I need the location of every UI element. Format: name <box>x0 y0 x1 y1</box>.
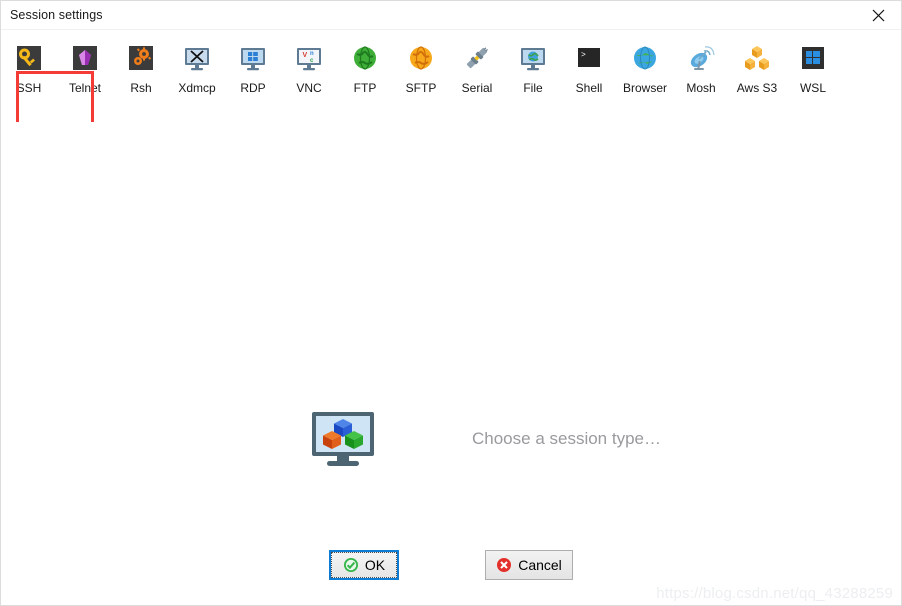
ok-button-inner[interactable]: OK <box>331 552 397 578</box>
key-icon <box>17 46 41 70</box>
svg-text:>: > <box>581 51 586 60</box>
satellite-dish-icon <box>690 46 715 70</box>
close-button[interactable] <box>856 1 901 29</box>
terminal-icon: > <box>578 48 600 67</box>
aws-cubes-icon <box>745 46 769 70</box>
session-type-shell[interactable]: > Shell <box>561 36 617 95</box>
svg-text:V: V <box>303 52 308 59</box>
session-type-label: VNC <box>296 81 322 95</box>
session-type-toolbar: SSH Telnet Rsh Xdmcp RDP V n c VNC FTP S… <box>1 30 901 147</box>
session-type-label: Rsh <box>130 81 152 95</box>
session-type-sftp[interactable]: SFTP <box>393 36 449 95</box>
cancel-button[interactable]: Cancel <box>485 550 573 580</box>
session-type-label: Mosh <box>686 81 716 95</box>
session-type-label: WSL <box>799 81 826 95</box>
serial-plug-icon <box>467 47 488 68</box>
session-type-label: SSH <box>16 81 42 95</box>
session-type-label: Serial <box>461 81 493 95</box>
session-type-ssh[interactable]: SSH <box>1 36 57 95</box>
blue-globe-icon <box>634 46 656 70</box>
session-type-label: Aws S3 <box>736 81 778 95</box>
monitor-windows-icon <box>241 48 265 71</box>
session-type-label: SFTP <box>405 81 437 95</box>
session-type-browser[interactable]: Browser <box>617 36 673 95</box>
ok-button[interactable]: OK <box>329 550 399 580</box>
monitor-vnc-icon: V n c <box>297 48 321 71</box>
dialog-button-row: OK Cancel <box>1 550 901 580</box>
session-type-wsl[interactable]: WSL <box>785 36 841 95</box>
gears-icon <box>129 46 153 70</box>
session-type-serial[interactable]: Serial <box>449 36 505 95</box>
orange-globe-icon <box>410 46 432 70</box>
red-x-icon <box>497 558 512 572</box>
monitor-cubes-icon <box>312 412 374 466</box>
session-type-label: Shell <box>575 81 603 95</box>
session-type-xdmcp[interactable]: Xdmcp <box>169 36 225 95</box>
session-type-label: Browser <box>622 81 667 95</box>
session-type-label: FTP <box>353 81 377 95</box>
watermark-text: https://blog.csdn.net/qq_43288259 <box>656 585 893 602</box>
session-type-rdp[interactable]: RDP <box>225 36 281 95</box>
empty-state: Choose a session type… <box>310 410 661 468</box>
window-title: Session settings <box>10 8 103 22</box>
session-type-telnet[interactable]: Telnet <box>57 36 113 95</box>
session-settings-dialog: Session settings SSH Telnet Rsh Xdmcp RD… <box>0 0 902 606</box>
cancel-button-label: Cancel <box>518 557 562 573</box>
gem-icon <box>73 46 97 70</box>
session-type-label: Xdmcp <box>178 81 216 95</box>
session-type-mosh[interactable]: Mosh <box>673 36 729 95</box>
monitor-x-icon <box>185 48 209 71</box>
empty-state-text: Choose a session type… <box>472 429 661 448</box>
session-type-label: Telnet <box>68 81 102 95</box>
green-check-icon <box>343 558 358 572</box>
ok-button-label: OK <box>364 557 386 573</box>
close-icon <box>872 9 885 21</box>
title-bar: Session settings <box>1 1 901 30</box>
monitor-globe-icon <box>521 48 545 71</box>
green-globe-icon <box>354 46 376 70</box>
session-type-vnc[interactable]: V n c VNC <box>281 36 337 95</box>
session-type-ftp[interactable]: FTP <box>337 36 393 95</box>
windows-box-icon <box>802 47 824 69</box>
session-type-aws-s3[interactable]: Aws S3 <box>729 36 785 95</box>
svg-text:n: n <box>310 51 314 57</box>
session-type-file[interactable]: File <box>505 36 561 95</box>
session-type-rsh[interactable]: Rsh <box>113 36 169 95</box>
session-type-label: File <box>523 81 543 95</box>
session-settings-body: Choose a session type… OK Cancel https:/… <box>1 122 901 605</box>
session-type-label: RDP <box>240 81 266 95</box>
